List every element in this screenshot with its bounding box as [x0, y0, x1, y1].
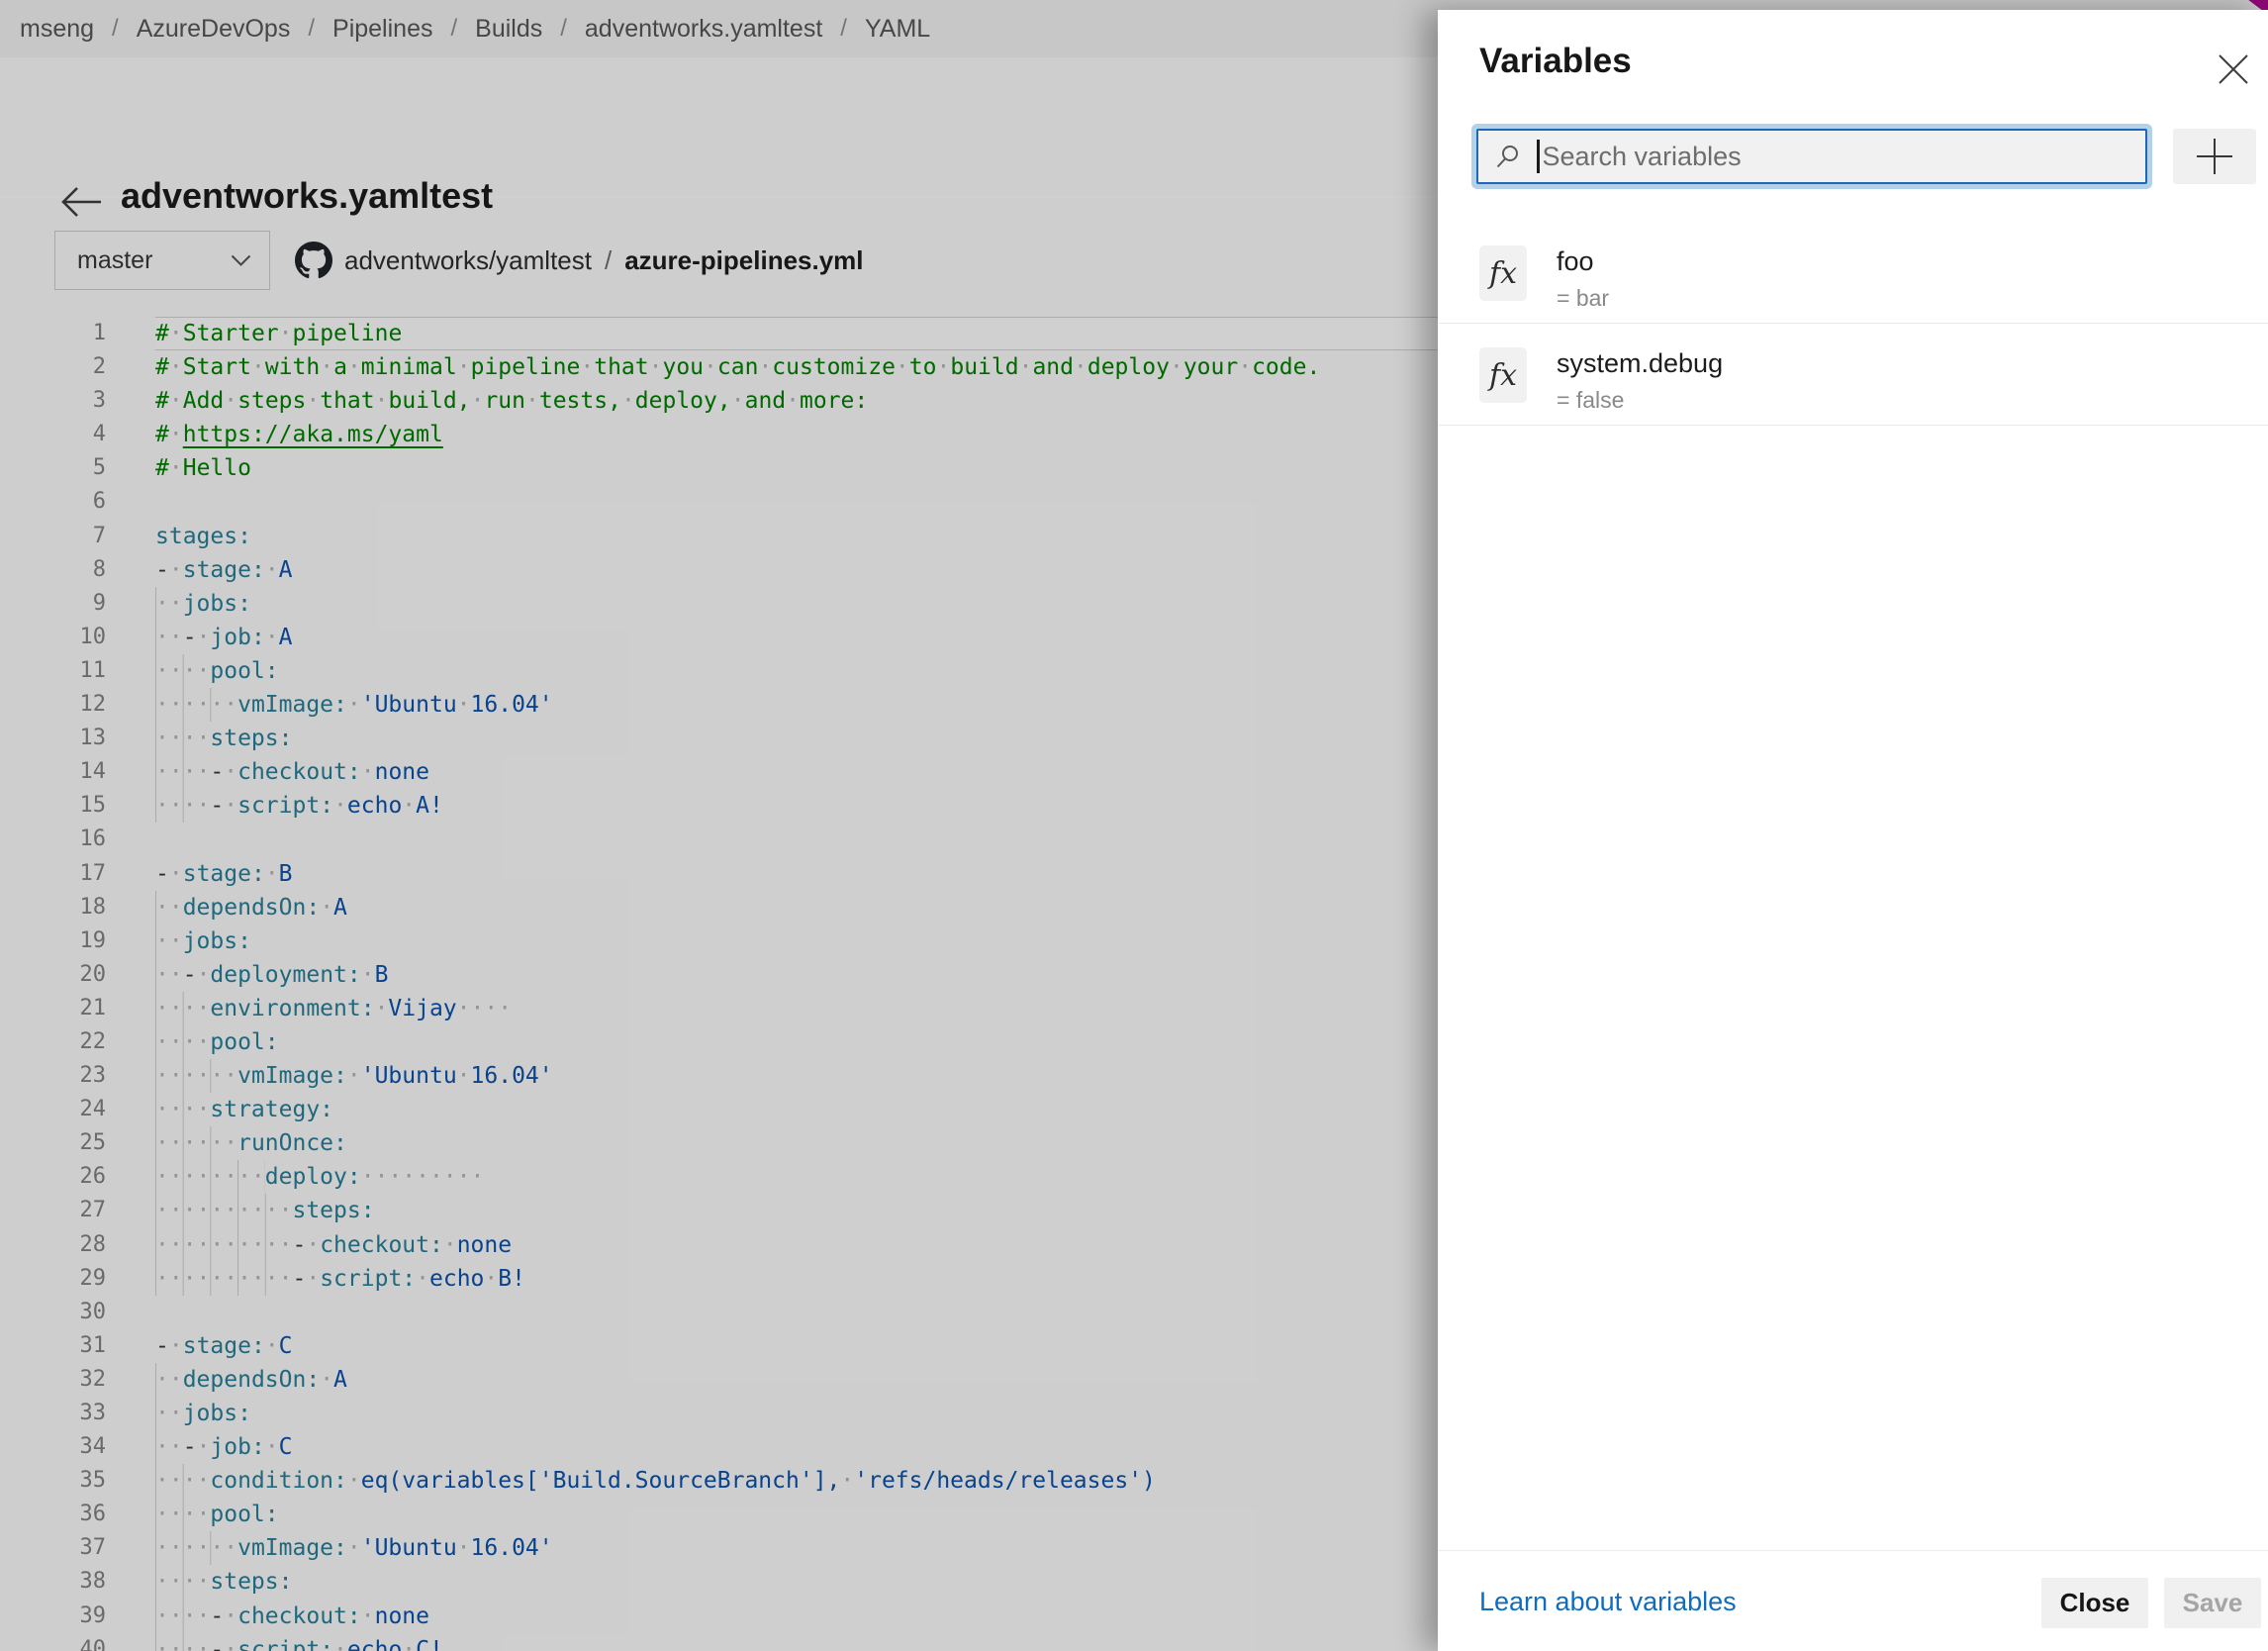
- variable-value: = bar: [1557, 285, 1610, 311]
- app-window: mseng / AzureDevOps / Pipelines / Builds / adven…: [0, 0, 2268, 1651]
- learn-about-variables-link[interactable]: Learn about variables: [1479, 1587, 1737, 1617]
- panel-title: Variables: [1479, 42, 1632, 80]
- variables-panel: Variables fxfoo= barfxsystem.debug= fals…: [1438, 10, 2268, 1651]
- save-button[interactable]: Save: [2164, 1578, 2261, 1628]
- variable-name: foo: [1557, 246, 1594, 276]
- panel-close-button[interactable]: [2208, 44, 2259, 95]
- variable-name: system.debug: [1557, 348, 1724, 378]
- search-icon: [1496, 145, 1518, 167]
- add-variable-button[interactable]: [2173, 129, 2256, 184]
- variable-value: = false: [1557, 387, 1625, 413]
- fx-icon: fx: [1479, 245, 1527, 301]
- close-icon: [2219, 54, 2248, 84]
- fx-icon: fx: [1479, 347, 1527, 403]
- panel-footer: Learn about variables Close Save: [1438, 1550, 2268, 1651]
- plus-icon: [2197, 139, 2232, 174]
- search-variables-input[interactable]: [1539, 131, 2145, 182]
- close-button[interactable]: Close: [2041, 1578, 2148, 1628]
- variable-row[interactable]: fx system.debug = false: [1438, 324, 2268, 426]
- variable-row[interactable]: fx foo = bar: [1438, 222, 2268, 324]
- search-variables-box: [1476, 129, 2147, 184]
- variables-list: fx foo = bar fx system.debug = false: [1438, 222, 2268, 426]
